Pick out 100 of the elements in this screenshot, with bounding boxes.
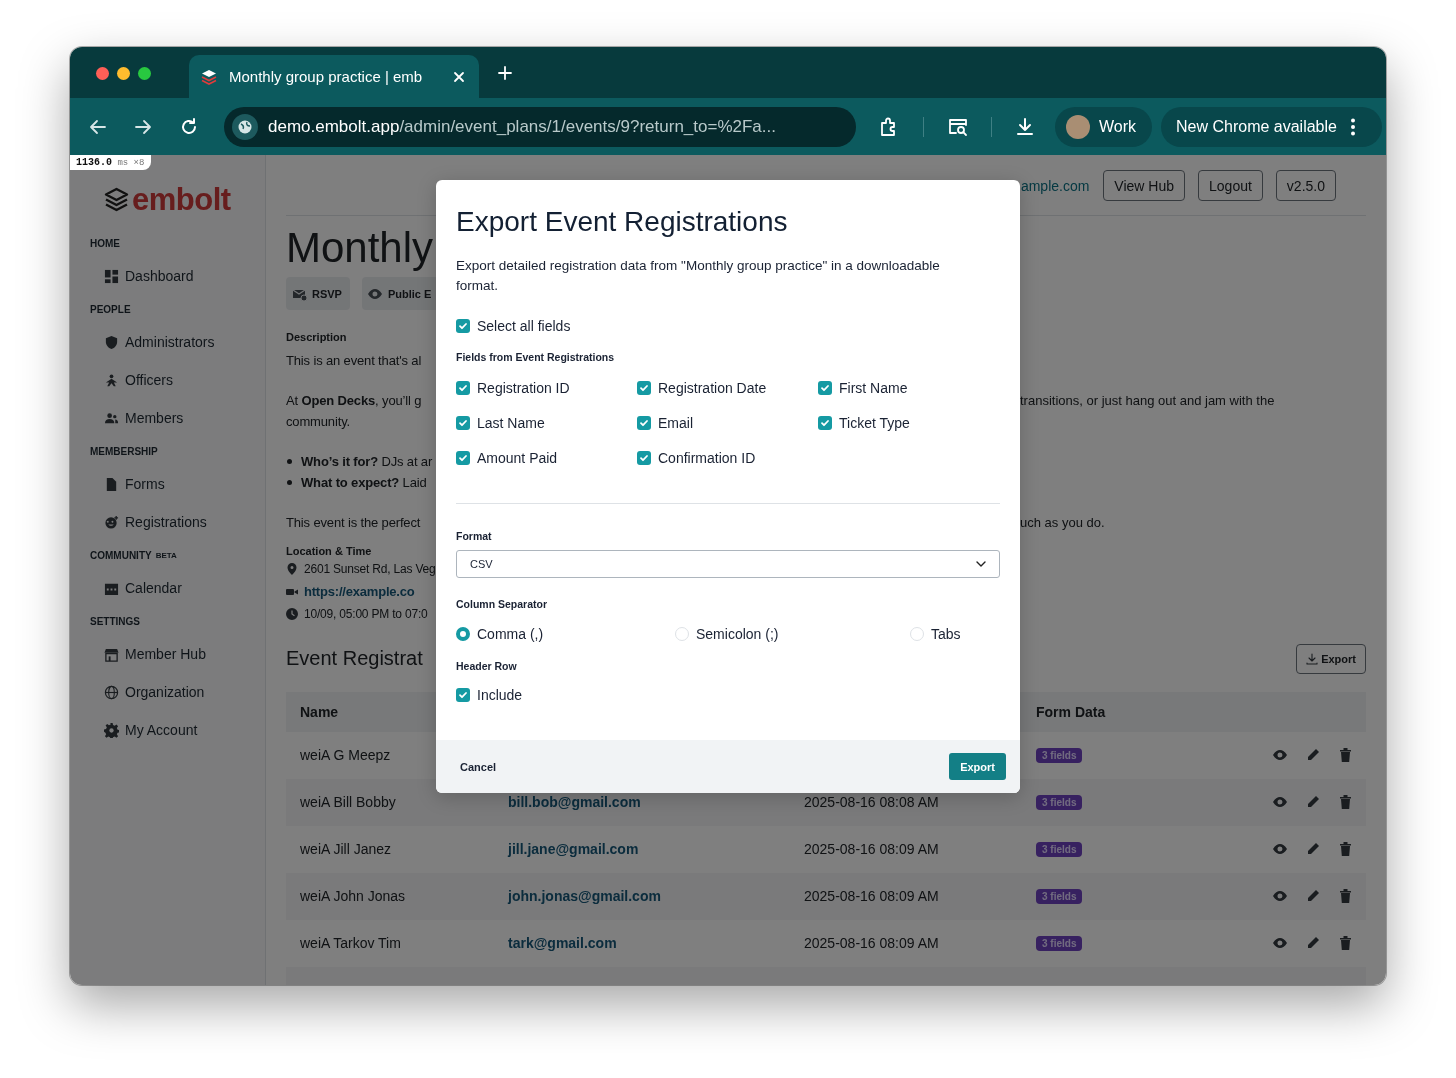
section-title: PEOPLE xyxy=(90,303,131,315)
field-count-badge: 3 fields xyxy=(1036,747,1083,763)
trash-icon[interactable] xyxy=(1339,889,1352,903)
export-button[interactable]: Export xyxy=(1296,643,1366,674)
checkbox[interactable] xyxy=(637,380,651,395)
chevron-down-icon xyxy=(976,561,986,567)
radio-button[interactable] xyxy=(456,627,470,641)
checkbox[interactable] xyxy=(637,415,651,430)
column-header: Name xyxy=(300,703,339,720)
description-text: This event is the perfect xyxy=(286,514,421,532)
smile-icon xyxy=(104,514,119,530)
file-icon xyxy=(104,476,119,492)
description-text: At Open Decks, you’ll g xyxy=(286,392,422,410)
sidebar-item[interactable]: Organization xyxy=(90,673,265,711)
checkbox[interactable] xyxy=(456,380,470,395)
pencil-icon[interactable] xyxy=(1306,795,1320,809)
check-icon xyxy=(458,690,468,700)
users-icon xyxy=(104,410,119,426)
address-bar[interactable]: demo.embolt.app/admin/event_plans/1/events/9?return_to=%2Fa... xyxy=(224,106,856,147)
table-cell: 2025-08-16 08:09 AM xyxy=(804,841,939,857)
check-icon xyxy=(639,452,649,463)
check-icon xyxy=(639,382,649,393)
checkbox[interactable] xyxy=(818,415,832,430)
eye-icon[interactable] xyxy=(1273,936,1287,950)
radio-label: Tabs xyxy=(931,626,961,642)
header-button[interactable]: View Hub xyxy=(1103,170,1186,201)
download-icon xyxy=(1306,652,1319,665)
header-button[interactable]: v2.5.0 xyxy=(1275,170,1336,201)
email-link[interactable]: tark@gmail.com xyxy=(508,935,617,951)
check-icon xyxy=(639,417,649,428)
trash-icon[interactable] xyxy=(1339,795,1352,809)
header-button[interactable]: Logout xyxy=(1198,170,1263,201)
checkbox[interactable] xyxy=(456,319,470,333)
update-button[interactable]: New Chrome available xyxy=(1161,106,1382,147)
pencil-icon[interactable] xyxy=(1306,889,1320,903)
sidebar-item[interactable]: Member Hub xyxy=(90,635,265,673)
sidebar-item[interactable]: Registrations xyxy=(90,503,265,541)
trash-icon[interactable] xyxy=(1339,842,1352,856)
description-text: This is an event that's al xyxy=(286,352,422,370)
checkbox[interactable] xyxy=(456,688,470,702)
timing-badge: 1136.0 ms ×8 xyxy=(70,155,152,170)
format-select[interactable]: CSV xyxy=(456,550,1000,578)
tag-chip[interactable]: RSVP xyxy=(286,277,350,310)
browser-tab[interactable]: Monthly group practice | emb xyxy=(189,55,479,98)
pencil-icon[interactable] xyxy=(1306,748,1320,762)
sidebar-item[interactable]: Forms xyxy=(90,465,265,503)
cancel-button[interactable]: Cancel xyxy=(440,753,517,780)
pencil-icon[interactable] xyxy=(1306,842,1320,856)
sidebar-item[interactable]: Dashboard xyxy=(90,257,265,295)
sidebar-item[interactable]: Administrators xyxy=(90,323,265,361)
table-cell: weiA Jill Janez xyxy=(300,841,392,857)
description-text: uch as you do. xyxy=(1020,514,1105,532)
check-icon xyxy=(458,382,468,393)
profile-button[interactable]: Work xyxy=(1055,106,1152,147)
eye-icon xyxy=(367,286,383,301)
checkbox-label: Ticket Type xyxy=(839,414,910,431)
close-window-button[interactable] xyxy=(96,67,109,80)
sidebar-item[interactable]: Officers xyxy=(90,361,265,399)
sidebar-item[interactable]: Members xyxy=(90,399,265,437)
field-label: Column Separator xyxy=(456,597,548,611)
shield-icon xyxy=(104,334,119,350)
table-cell: weiA G Meepz xyxy=(300,747,391,763)
section-label: Location & Time xyxy=(286,544,372,558)
sidebar-item[interactable]: Calendar xyxy=(90,569,265,607)
check-icon xyxy=(820,417,830,428)
field-count-badge: 3 fields xyxy=(1036,794,1083,810)
export-button[interactable]: Export xyxy=(949,753,1006,780)
section-title: HOME xyxy=(90,237,120,249)
description-text: community. xyxy=(286,413,350,431)
plus-icon[interactable] xyxy=(497,64,513,81)
checkbox[interactable] xyxy=(637,450,651,465)
checkbox-label: Amount Paid xyxy=(477,449,558,466)
sidebar-item[interactable]: My Account xyxy=(90,711,265,749)
checkbox[interactable] xyxy=(456,415,470,430)
checkbox-label: Confirmation ID xyxy=(658,449,756,466)
eye-icon[interactable] xyxy=(1273,748,1287,762)
minimize-window-button[interactable] xyxy=(117,67,130,80)
eye-icon[interactable] xyxy=(1273,842,1287,856)
download-icon[interactable] xyxy=(1014,115,1036,138)
email-link[interactable]: jill.jane@gmail.com xyxy=(508,841,639,857)
radio-label: Comma (,) xyxy=(477,626,544,642)
more-icon xyxy=(1350,117,1355,136)
eye-icon[interactable] xyxy=(1273,889,1287,903)
zoom-window-button[interactable] xyxy=(138,67,151,80)
table-cell: weiA Bill Bobby xyxy=(300,794,396,810)
checkbox[interactable] xyxy=(818,380,832,395)
close-icon[interactable] xyxy=(453,70,465,83)
gear-icon xyxy=(104,722,119,738)
check-icon xyxy=(458,417,468,428)
link[interactable]: https://example.co xyxy=(304,580,415,603)
email-link[interactable]: john.jonas@gmail.com xyxy=(508,888,661,904)
pencil-icon[interactable] xyxy=(1306,936,1320,950)
section-title: MEMBERSHIP xyxy=(90,445,158,457)
trash-icon[interactable] xyxy=(1339,748,1352,762)
checkbox[interactable] xyxy=(456,450,470,465)
trash-icon[interactable] xyxy=(1339,936,1352,950)
link[interactable]: ample.com xyxy=(1020,177,1090,194)
check-icon xyxy=(458,452,468,463)
email-link[interactable]: bill.bob@gmail.com xyxy=(508,794,641,810)
eye-icon[interactable] xyxy=(1273,795,1287,809)
